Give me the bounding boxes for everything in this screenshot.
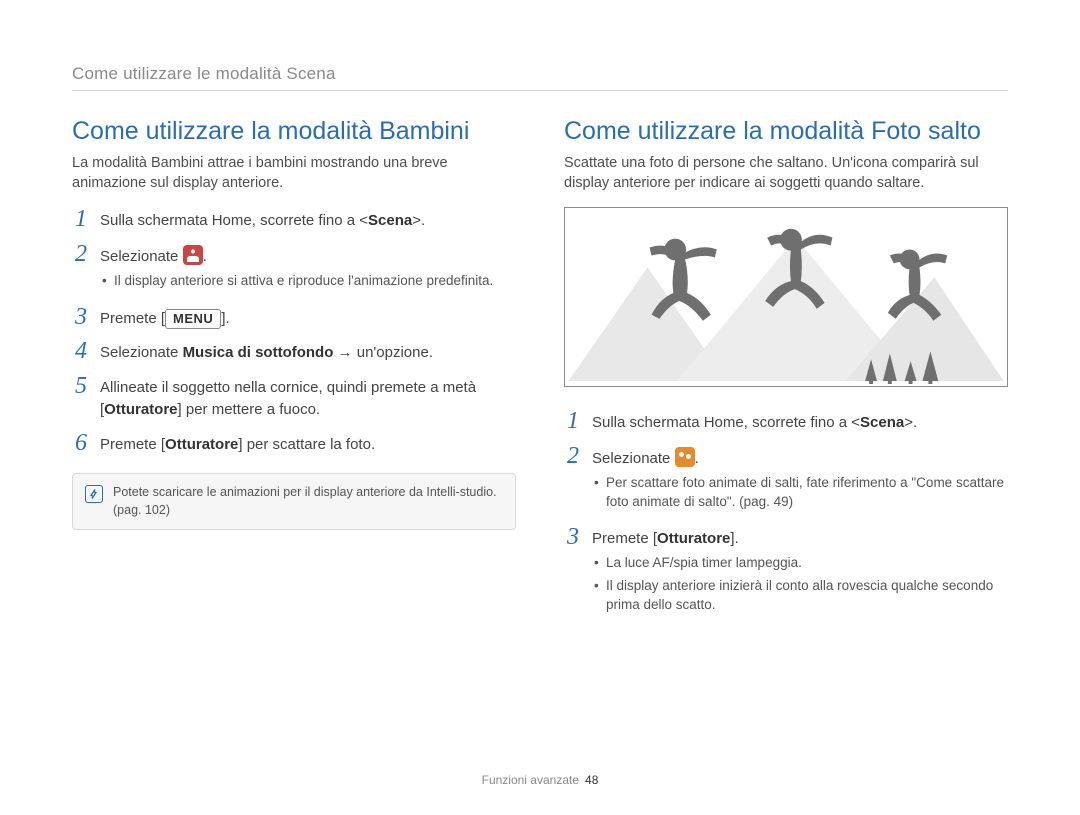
text: Sulla schermata Home, scorrete fino a < [100,212,368,229]
bullet: Il display anteriore si attiva e riprodu… [100,272,516,291]
section-heading-foto-salto: Come utilizzare la modalità Foto salto [564,117,1008,146]
text: Sulla schermata Home, scorrete fino a < [592,414,860,431]
jump-mode-icon [675,447,695,467]
page-number: 48 [585,773,598,787]
scene-label: Scena [368,212,412,229]
step-5: 5 Allineate il soggetto nella cornice, q… [72,374,516,421]
step-2: 2 Selezionate . Il display anteriore si … [72,242,516,295]
step-3: 3 Premete [Otturatore]. La luce AF/spia … [564,525,1008,618]
kids-mode-icon [183,245,203,265]
note-box: Potete scaricare le animazioni per il di… [72,473,516,530]
step-text: Sulla schermata Home, scorrete fino a <S… [100,207,516,232]
text: Premete [ [100,436,165,453]
step-text: Premete [Otturatore]. La luce AF/spia ti… [592,525,1008,618]
text: → un'opzione. [333,344,433,361]
breadcrumb: Come utilizzare le modalità Scena [72,64,1008,91]
bullet: La luce AF/spia timer lampeggia. [592,554,1008,573]
section-heading-bambini: Come utilizzare la modalità Bambini [72,117,516,146]
intro-foto-salto: Scattate una foto di persone che saltano… [564,154,1008,193]
text: >. [412,212,425,229]
step-text: Selezionate . Per scattare foto animate … [592,444,1008,516]
bullet: Il display anteriore inizierà il conto a… [592,577,1008,615]
bold: Musica di sottofondo [183,344,334,361]
note-text: Potete scaricare le animazioni per il di… [113,484,503,519]
jump-illustration [564,207,1008,387]
step-1: 1 Sulla schermata Home, scorrete fino a … [72,207,516,232]
step-number: 3 [72,305,90,330]
step-3: 3 Premete [MENU]. [72,305,516,330]
text: ] per mettere a fuoco. [178,401,321,418]
step-number: 1 [564,409,582,434]
text: ]. [730,530,738,547]
text: Selezionate [100,344,183,361]
shutter-label: Otturatore [165,436,238,453]
text: Selezionate [592,450,675,467]
step-number: 2 [72,242,90,295]
step-text: Sulla schermata Home, scorrete fino a <S… [592,409,1008,434]
text: . [695,450,699,467]
scene-label: Scena [860,414,904,431]
shutter-label: Otturatore [104,401,177,418]
text: . [203,248,207,265]
footer-section-label: Funzioni avanzate [482,773,579,787]
sub-bullets: Il display anteriore si attiva e riprodu… [100,272,516,291]
step-text: Premete [MENU]. [100,305,516,330]
manual-page: Come utilizzare le modalità Scena Come u… [0,0,1080,815]
step-1: 1 Sulla schermata Home, scorrete fino a … [564,409,1008,434]
note-icon [85,485,103,503]
sub-bullets: La luce AF/spia timer lampeggia. Il disp… [592,554,1008,615]
step-text: Selezionate Musica di sottofondo → un'op… [100,339,516,364]
step-number: 3 [564,525,582,618]
step-2: 2 Selezionate . Per scattare foto animat… [564,444,1008,516]
step-number: 5 [72,374,90,421]
intro-bambini: La modalità Bambini attrae i bambini mos… [72,154,516,193]
menu-button-label: MENU [165,309,221,330]
step-number: 6 [72,431,90,456]
step-4: 4 Selezionate Musica di sottofondo → un'… [72,339,516,364]
step-number: 2 [564,444,582,516]
bullet: Per scattare foto animate di salti, fate… [592,474,1008,512]
page-footer: Funzioni avanzate 48 [0,773,1080,787]
text: Premete [ [592,530,657,547]
text: ] per scattare la foto. [238,436,375,453]
step-text: Allineate il soggetto nella cornice, qui… [100,374,516,421]
step-text: Premete [Otturatore] per scattare la fot… [100,431,516,456]
text: ]. [221,310,229,327]
steps-foto-salto: 1 Sulla schermata Home, scorrete fino a … [564,409,1008,619]
step-6: 6 Premete [Otturatore] per scattare la f… [72,431,516,456]
two-column-layout: Come utilizzare la modalità Bambini La m… [72,117,1008,629]
step-number: 1 [72,207,90,232]
shutter-label: Otturatore [657,530,730,547]
text: >. [904,414,917,431]
steps-bambini: 1 Sulla schermata Home, scorrete fino a … [72,207,516,455]
text: Premete [ [100,310,165,327]
step-number: 4 [72,339,90,364]
step-text: Selezionate . Il display anteriore si at… [100,242,516,295]
sub-bullets: Per scattare foto animate di salti, fate… [592,474,1008,512]
text: Selezionate [100,248,183,265]
left-column: Come utilizzare la modalità Bambini La m… [72,117,516,629]
right-column: Come utilizzare la modalità Foto salto S… [564,117,1008,629]
